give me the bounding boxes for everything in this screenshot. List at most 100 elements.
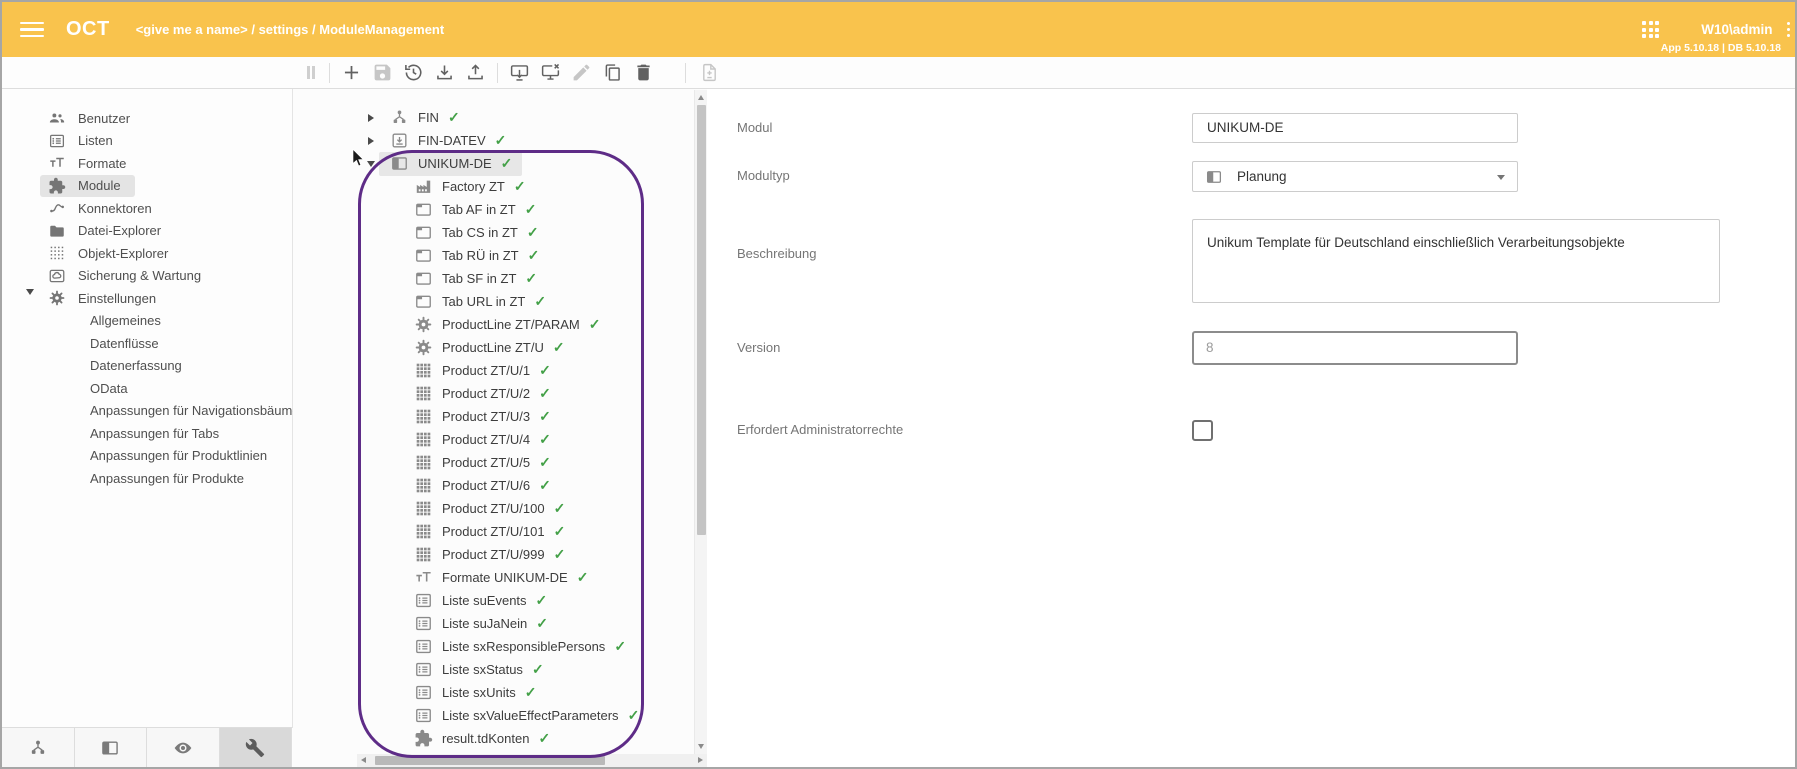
check-icon: ✓ xyxy=(448,109,460,126)
tree-item-liste-suevents[interactable]: Liste suEvents✓ xyxy=(293,589,707,612)
tree-item-tab-af-in-zt[interactable]: Tab AF in ZT✓ xyxy=(293,198,707,221)
sidebar-item-objekt-explorer[interactable]: Objekt-Explorer xyxy=(2,242,292,265)
tree-item-formate-unikum-de[interactable]: Formate UNIKUM-DE✓ xyxy=(293,566,707,589)
tree-item-tab-rü-in-zt[interactable]: Tab RÜ in ZT✓ xyxy=(293,244,707,267)
tree-vertical-scrollbar[interactable] xyxy=(694,90,708,754)
tree-item-product-zt-u-6[interactable]: Product ZT/U/6✓ xyxy=(293,474,707,497)
tree-item-label: Formate UNIKUM-DE xyxy=(442,570,568,585)
overflow-menu-icon[interactable] xyxy=(1787,22,1791,38)
bottom-tab-eye[interactable] xyxy=(147,728,220,767)
tree-item-factory-zt[interactable]: Factory ZT✓ xyxy=(293,175,707,198)
tree-item-tab-cs-in-zt[interactable]: Tab CS in ZT✓ xyxy=(293,221,707,244)
sidebar-item-benutzer[interactable]: Benutzer xyxy=(2,107,292,130)
check-icon: ✓ xyxy=(525,201,537,218)
tree-item-productline-zt-param[interactable]: ProductLine ZT/PARAM✓ xyxy=(293,313,707,336)
remove-from-device-button[interactable] xyxy=(537,60,563,86)
tree-item-fin[interactable]: FIN✓ xyxy=(293,106,707,129)
tree-item-productline-zt-u[interactable]: ProductLine ZT/U✓ xyxy=(293,336,707,359)
sidebar-item-listen[interactable]: Listen xyxy=(2,130,292,153)
apps-grid-icon[interactable] xyxy=(1642,21,1659,38)
sidebar-item-label: Module xyxy=(78,178,121,193)
copy-button[interactable] xyxy=(599,60,625,86)
restore-button[interactable] xyxy=(400,60,426,86)
beschreibung-textarea[interactable]: Unikum Template für Deutschland einschli… xyxy=(1192,219,1720,303)
toolbar-drag-handle[interactable] xyxy=(307,66,315,79)
admin-rights-checkbox[interactable] xyxy=(1192,420,1213,441)
tree-item-liste-sujanein[interactable]: Liste suJaNein✓ xyxy=(293,612,707,635)
tree-item-label: Tab SF in ZT xyxy=(442,271,516,286)
tree-horizontal-scrollbar[interactable] xyxy=(357,754,707,767)
sidebar-item-anpassungen-für-produkte[interactable]: Anpassungen für Produkte xyxy=(2,467,292,490)
bottom-tab-split-window[interactable] xyxy=(75,728,148,767)
modultyp-select[interactable]: Planung xyxy=(1192,161,1518,192)
sidebar-item-anpassungen-für-tabs[interactable]: Anpassungen für Tabs xyxy=(2,422,292,445)
tree-item-fin-datev[interactable]: FIN-DATEV✓ xyxy=(293,129,707,152)
import-to-device-button[interactable] xyxy=(506,60,532,86)
user-name[interactable]: W10\admin xyxy=(1701,22,1772,37)
edit-button[interactable] xyxy=(568,60,594,86)
delete-button[interactable] xyxy=(630,60,656,86)
sidebar-item-datenflüsse[interactable]: Datenflüsse xyxy=(2,332,292,355)
bottom-tab-wrench[interactable] xyxy=(220,728,293,767)
add-button[interactable] xyxy=(338,60,364,86)
modul-input[interactable]: UNIKUM-DE xyxy=(1192,113,1518,143)
bottom-tab-sitemap[interactable] xyxy=(2,728,75,767)
tree-item-liste-sxunits[interactable]: Liste sxUnits✓ xyxy=(293,681,707,704)
tree-item-label: Liste sxResponsiblePersons xyxy=(442,639,605,654)
sidebar-item-anpassungen-für-navigationsbäume[interactable]: Anpassungen für Navigationsbäume xyxy=(2,400,292,423)
save-button[interactable] xyxy=(369,60,395,86)
vertical-scroll-thumb[interactable] xyxy=(697,105,706,535)
tree-item-label: Product ZT/U/101 xyxy=(442,524,545,539)
sidebar-item-sicherung-wartung[interactable]: Sicherung & Wartung xyxy=(2,265,292,288)
tree-item-liste-sxvalueeffectparameters[interactable]: Liste sxValueEffectParameters✓ xyxy=(293,704,707,727)
tree-item-label: Product ZT/U/100 xyxy=(442,501,545,516)
tree-item-tab-url-in-zt[interactable]: Tab URL in ZT✓ xyxy=(293,290,707,313)
data-table-icon xyxy=(413,522,433,542)
tree-item-product-zt-u-3[interactable]: Product ZT/U/3✓ xyxy=(293,405,707,428)
tree-item-product-zt-u-100[interactable]: Product ZT/U/100✓ xyxy=(293,497,707,520)
expand-arrow-icon[interactable] xyxy=(26,295,34,310)
scroll-left-icon[interactable] xyxy=(361,757,366,763)
sidebar-item-datenerfassung[interactable]: Datenerfassung xyxy=(2,355,292,378)
sidebar-item-konnektoren[interactable]: Konnektoren xyxy=(2,197,292,220)
tree-item-product-zt-u-4[interactable]: Product ZT/U/4✓ xyxy=(293,428,707,451)
tree-item-label: ProductLine ZT/U xyxy=(442,340,544,355)
version-value: 8 xyxy=(1206,340,1214,355)
collapse-arrow-icon[interactable] xyxy=(363,161,379,167)
download-button[interactable] xyxy=(431,60,457,86)
upload-button[interactable] xyxy=(462,60,488,86)
sidebar-item-anpassungen-für-produktlinien[interactable]: Anpassungen für Produktlinien xyxy=(2,445,292,468)
tree-item-tab-sf-in-zt[interactable]: Tab SF in ZT✓ xyxy=(293,267,707,290)
check-icon: ✓ xyxy=(539,385,551,402)
scroll-up-icon[interactable] xyxy=(698,95,704,100)
sidebar-item-einstellungen[interactable]: Einstellungen xyxy=(2,287,292,310)
tree-item-liste-sxstatus[interactable]: Liste sxStatus✓ xyxy=(293,658,707,681)
tree-item-product-zt-u-2[interactable]: Product ZT/U/2✓ xyxy=(293,382,707,405)
sidebar-item-allgemeines[interactable]: Allgemeines xyxy=(2,310,292,333)
split-window-icon xyxy=(389,154,409,174)
tree-item-product-zt-u-101[interactable]: Product ZT/U/101✓ xyxy=(293,520,707,543)
tree-item-unikum-de[interactable]: UNIKUM-DE✓ xyxy=(293,152,707,175)
tree-item-label: Product ZT/U/4 xyxy=(442,432,530,447)
tree-item-product-zt-u-5[interactable]: Product ZT/U/5✓ xyxy=(293,451,707,474)
sidebar-item-label: Anpassungen für Tabs xyxy=(90,426,219,441)
doc-compare-button[interactable] xyxy=(696,60,722,86)
module-form: Modul UNIKUM-DE Modultyp Planung Beschre… xyxy=(707,89,1795,767)
sidebar-item-formate[interactable]: Formate xyxy=(2,152,292,175)
scroll-down-icon[interactable] xyxy=(698,744,704,749)
expand-arrow-icon[interactable] xyxy=(363,137,379,145)
tree-item-product-zt-u-999[interactable]: Product ZT/U/999✓ xyxy=(293,543,707,566)
expand-arrow-icon[interactable] xyxy=(363,114,379,122)
tree-item-product-zt-u-1[interactable]: Product ZT/U/1✓ xyxy=(293,359,707,382)
tree-item-result-tdkonten[interactable]: result.tdKonten✓ xyxy=(293,727,707,750)
sidebar-item-odata[interactable]: OData xyxy=(2,377,292,400)
sidebar-item-datei-explorer[interactable]: Datei-Explorer xyxy=(2,220,292,243)
sidebar-item-module[interactable]: Module xyxy=(2,175,292,198)
version-input[interactable]: 8 xyxy=(1192,331,1518,365)
horizontal-scroll-thumb[interactable] xyxy=(375,756,605,765)
hamburger-menu-icon[interactable] xyxy=(20,18,44,42)
list-icon xyxy=(413,660,433,680)
split-window-icon xyxy=(1205,168,1223,186)
tree-item-liste-sxresponsiblepersons[interactable]: Liste sxResponsiblePersons✓ xyxy=(293,635,707,658)
scroll-right-icon[interactable] xyxy=(698,757,703,763)
